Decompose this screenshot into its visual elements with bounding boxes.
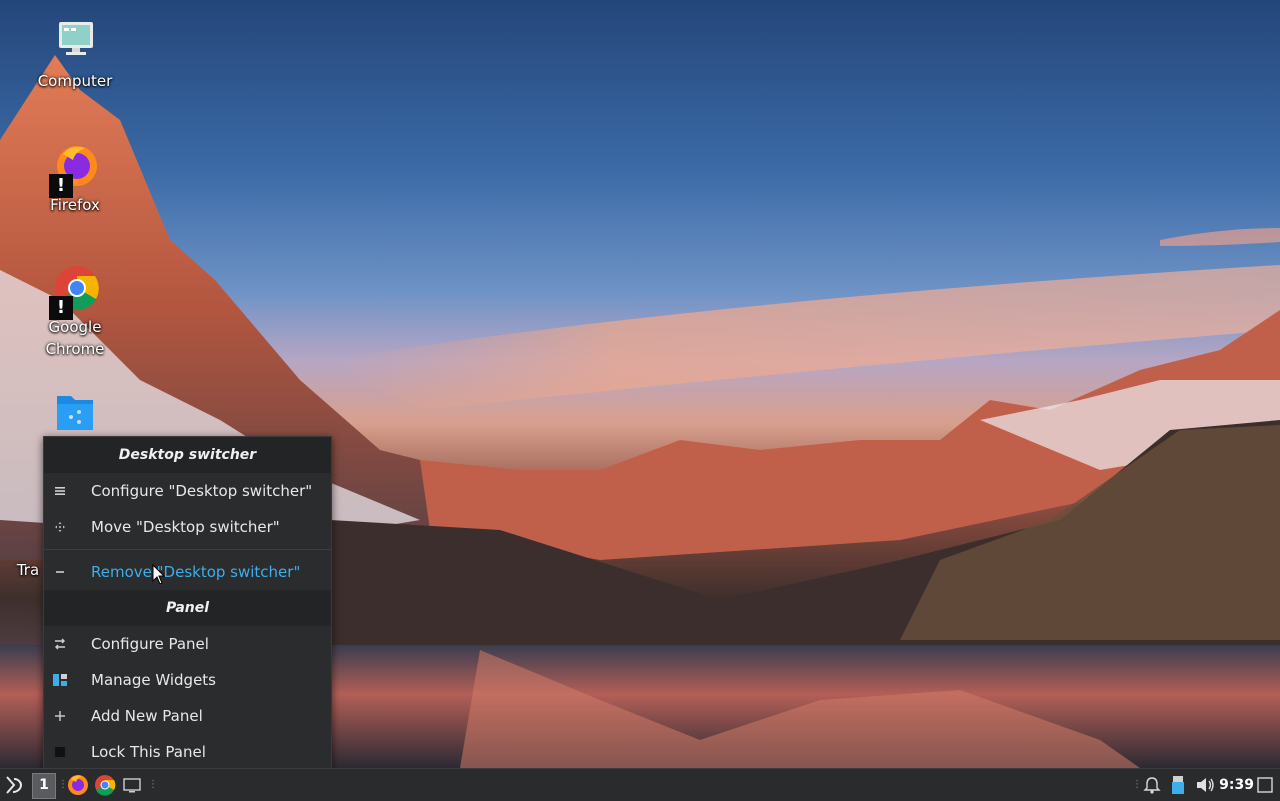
widgets-icon bbox=[52, 672, 68, 688]
menu-item-label: Add New Panel bbox=[91, 707, 203, 725]
taskbar: 1 ⋮ ⋮ ⋮ 9:39 bbox=[0, 768, 1280, 801]
separator-dots: ⋮ bbox=[58, 779, 68, 790]
notification-bell-icon bbox=[1143, 777, 1161, 794]
monitor-icon bbox=[51, 20, 99, 68]
plus-icon bbox=[52, 708, 68, 724]
separator-dots: ⋮ bbox=[1132, 779, 1142, 790]
desktop-icon-shared-folder[interactable] bbox=[30, 390, 120, 440]
firefox-icon: ! bbox=[49, 144, 99, 198]
menu-item-label: Move "Desktop switcher" bbox=[91, 518, 280, 536]
show-desktop-icon bbox=[123, 778, 141, 793]
lock-square-icon bbox=[52, 744, 68, 760]
digital-clock[interactable]: 9:39 bbox=[1219, 769, 1254, 801]
firefox-launcher[interactable] bbox=[66, 773, 90, 797]
show-desktop-corner-button[interactable] bbox=[1256, 773, 1274, 797]
minus-icon bbox=[52, 564, 68, 580]
menu-item-label: Lock This Panel bbox=[91, 743, 206, 761]
panel-context-menu: Desktop switcher Configure "Desktop swit… bbox=[43, 436, 332, 768]
shared-folder-icon bbox=[51, 390, 99, 438]
menu-section-header-panel: Panel bbox=[44, 590, 331, 626]
menu-item-move-desktop-switcher[interactable]: Move "Desktop switcher" bbox=[44, 509, 331, 545]
device-notifier-button[interactable] bbox=[1168, 773, 1188, 797]
menu-item-configure-desktop-switcher[interactable]: Configure "Desktop switcher" bbox=[44, 473, 331, 509]
menu-item-manage-widgets[interactable]: Manage Widgets bbox=[44, 662, 331, 698]
desktop-icon-label: Google Chrome bbox=[45, 318, 105, 358]
menu-item-label: Configure Panel bbox=[91, 635, 209, 653]
show-desktop-corner-icon bbox=[1257, 777, 1273, 793]
chrome-icon: ! bbox=[49, 266, 99, 320]
menu-item-label: Manage Widgets bbox=[91, 671, 216, 689]
separator-dots: ⋮ bbox=[148, 779, 158, 790]
mouse-cursor-icon bbox=[152, 564, 166, 585]
desktop-icon-label: Computer bbox=[37, 72, 113, 90]
menu-item-label: Remove "Desktop switcher" bbox=[91, 563, 301, 581]
menu-item-lock-this-panel[interactable]: Lock This Panel bbox=[44, 734, 331, 768]
usb-device-icon bbox=[1172, 776, 1184, 794]
menu-separator bbox=[44, 549, 331, 550]
desktop-switcher-desktop-1[interactable]: 1 bbox=[32, 773, 56, 799]
show-desktop-button[interactable] bbox=[121, 773, 143, 797]
firefox-icon bbox=[68, 775, 88, 795]
desktop-icon-label: Firefox bbox=[50, 196, 100, 214]
desktop[interactable]: Computer ! Firefox ! Google Chrome Tra D… bbox=[0, 0, 1280, 768]
menu-item-label: Configure "Desktop switcher" bbox=[91, 482, 313, 500]
desktop-icon-computer[interactable]: Computer bbox=[30, 20, 120, 92]
desktop-number: 1 bbox=[39, 777, 49, 793]
menu-item-configure-panel[interactable]: Configure Panel bbox=[44, 626, 331, 662]
notifications-button[interactable] bbox=[1142, 773, 1162, 797]
menu-section-header-widget: Desktop switcher bbox=[44, 437, 331, 473]
warning-badge-icon: ! bbox=[49, 296, 73, 320]
warning-badge-icon: ! bbox=[49, 174, 73, 198]
chrome-icon bbox=[95, 775, 116, 796]
menu-item-add-new-panel[interactable]: Add New Panel bbox=[44, 698, 331, 734]
configure-arrows-icon bbox=[52, 636, 68, 652]
application-launcher-button[interactable] bbox=[2, 773, 28, 797]
desktop-icon-firefox[interactable]: ! Firefox bbox=[30, 144, 120, 216]
chrome-launcher[interactable] bbox=[93, 773, 117, 797]
move-icon bbox=[52, 519, 68, 535]
volume-button[interactable] bbox=[1194, 773, 1216, 797]
app-launcher-icon bbox=[6, 776, 23, 794]
hamburger-icon bbox=[52, 483, 68, 499]
desktop-icon-chrome[interactable]: ! Google Chrome bbox=[30, 266, 120, 360]
menu-item-remove-desktop-switcher[interactable]: Remove "Desktop switcher" bbox=[44, 554, 331, 590]
volume-icon bbox=[1197, 778, 1214, 792]
